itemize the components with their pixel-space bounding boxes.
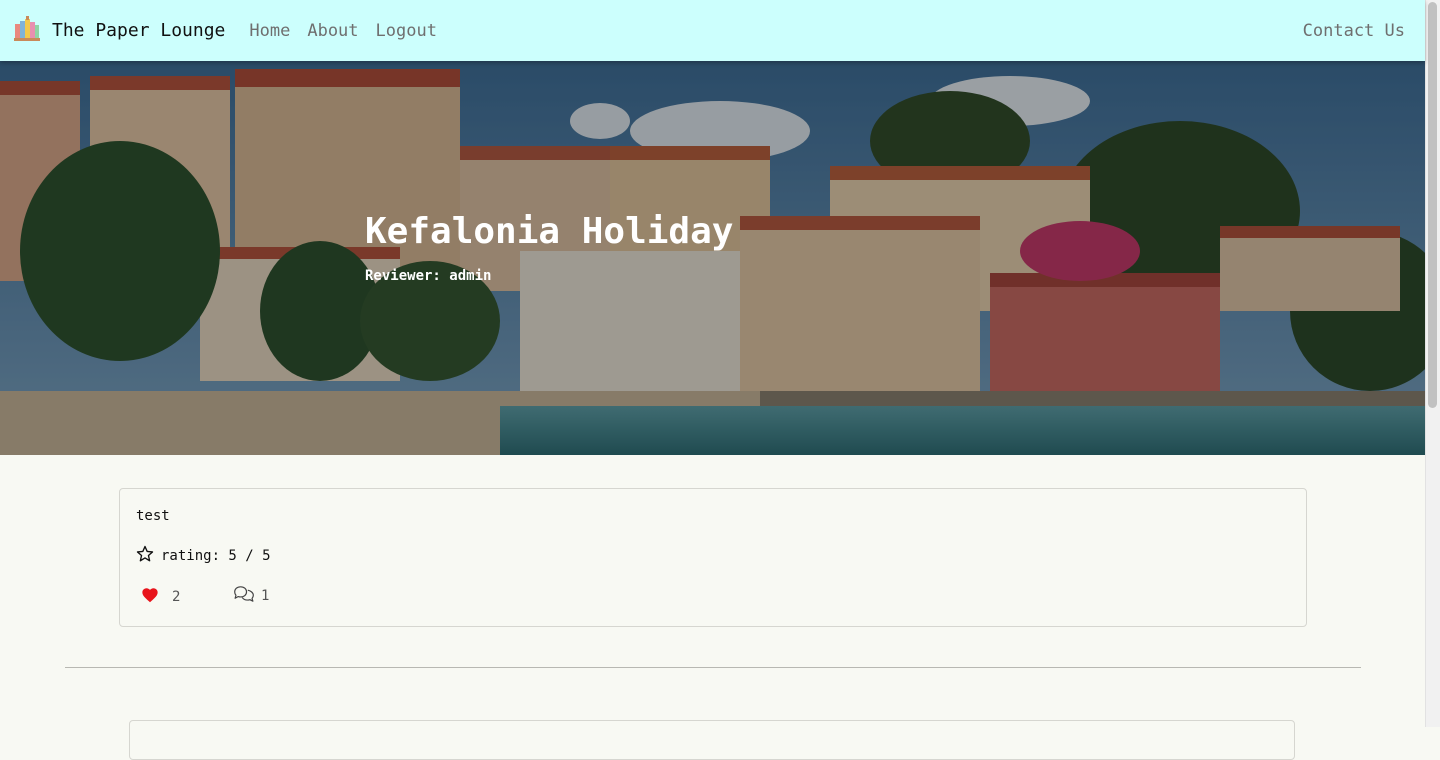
nav-links: Home About Logout [249,21,454,41]
post-reviewer: Reviewer: admin [365,268,492,284]
like-count: 2 [172,589,181,605]
books-logo-icon [13,15,41,46]
review-text: test [136,508,170,524]
rating-row: rating: 5 / 5 [136,545,271,567]
section-divider [65,667,1361,668]
hero-banner: Kefalonia Holiday Reviewer: admin [0,61,1425,455]
chat-bubbles-icon [233,585,255,607]
star-icon [136,545,154,567]
review-card: test rating: 5 / 5 2 1 [119,488,1307,627]
nav-about-link[interactable]: About [307,21,358,41]
post-title: Kefalonia Holiday [365,211,734,252]
nav-contact-link[interactable]: Contact Us [1303,21,1405,41]
nav-home-link[interactable]: Home [249,21,290,41]
comments-button[interactable]: 1 [233,585,269,607]
nav-right: Contact Us [1303,0,1405,61]
hero-overlay [0,61,1425,455]
rating-value: rating: 5 / 5 [161,548,271,564]
comment-card [129,720,1295,760]
like-button[interactable]: 2 [141,587,180,607]
scrollbar-thumb[interactable] [1428,2,1437,408]
nav-logout-link[interactable]: Logout [376,21,437,41]
brand-link[interactable]: The Paper Lounge [13,15,226,46]
comment-count: 1 [261,588,270,604]
heart-icon [141,587,159,607]
navbar: The Paper Lounge Home About Logout Conta… [0,0,1425,61]
brand-name: The Paper Lounge [52,20,226,41]
